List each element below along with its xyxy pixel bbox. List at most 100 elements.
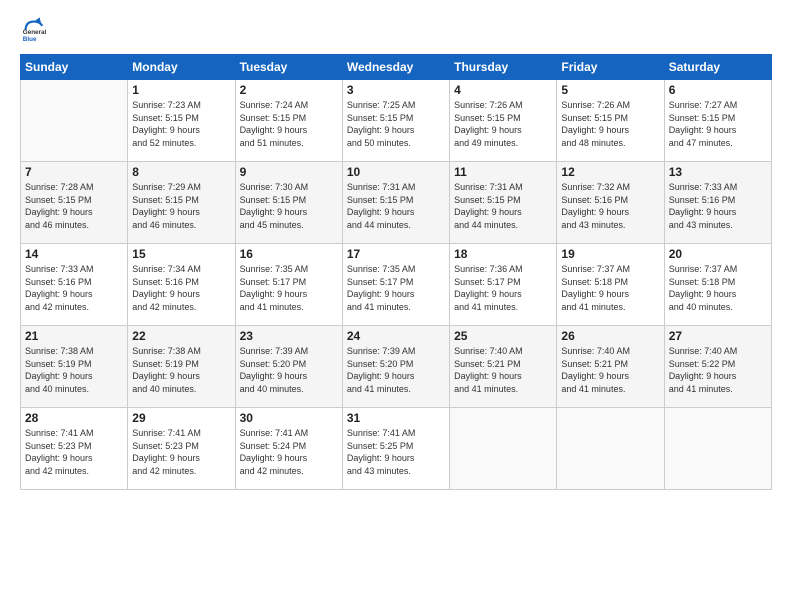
day-number: 26: [561, 329, 659, 343]
day-info: Sunrise: 7:36 AM Sunset: 5:17 PM Dayligh…: [454, 263, 552, 313]
calendar-cell: 24 Sunrise: 7:39 AM Sunset: 5:20 PM Dayli…: [342, 326, 449, 408]
day-info: Sunrise: 7:32 AM Sunset: 5:16 PM Dayligh…: [561, 181, 659, 231]
calendar-cell: 12 Sunrise: 7:32 AM Sunset: 5:16 PM Dayli…: [557, 162, 664, 244]
day-number: 21: [25, 329, 123, 343]
day-info: Sunrise: 7:27 AM Sunset: 5:15 PM Dayligh…: [669, 99, 767, 149]
calendar-cell: 9 Sunrise: 7:30 AM Sunset: 5:15 PM Daylig…: [235, 162, 342, 244]
day-number: 9: [240, 165, 338, 179]
calendar-cell: 8Sunrise: 7:29 AM Sunset: 5:15 PM Daylig…: [128, 162, 235, 244]
day-info: Sunrise: 7:26 AM Sunset: 5:15 PM Dayligh…: [561, 99, 659, 149]
day-number: 1: [132, 83, 230, 97]
calendar-cell: 20 Sunrise: 7:37 AM Sunset: 5:18 PM Dayli…: [664, 244, 771, 326]
day-number: 5: [561, 83, 659, 97]
day-number: 2: [240, 83, 338, 97]
logo-icon: General Blue: [20, 16, 48, 44]
day-number: 19: [561, 247, 659, 261]
calendar-cell: 19 Sunrise: 7:37 AM Sunset: 5:18 PM Dayli…: [557, 244, 664, 326]
day-number: 27: [669, 329, 767, 343]
weekday-header: Thursday: [450, 55, 557, 80]
day-info: Sunrise: 7:29 AM Sunset: 5:15 PM Dayligh…: [132, 181, 230, 231]
calendar-week-row: 14 Sunrise: 7:33 AM Sunset: 5:16 PM Dayli…: [21, 244, 772, 326]
day-number: 16: [240, 247, 338, 261]
day-info: Sunrise: 7:31 AM Sunset: 5:15 PM Dayligh…: [347, 181, 445, 231]
day-info: Sunrise: 7:37 AM Sunset: 5:18 PM Dayligh…: [561, 263, 659, 313]
day-number: 25: [454, 329, 552, 343]
day-info: Sunrise: 7:30 AM Sunset: 5:15 PM Dayligh…: [240, 181, 338, 231]
calendar-cell: 2 Sunrise: 7:24 AM Sunset: 5:15 PM Daylig…: [235, 80, 342, 162]
calendar-week-row: 7 Sunrise: 7:28 AM Sunset: 5:15 PM Daylig…: [21, 162, 772, 244]
calendar-cell: 16 Sunrise: 7:35 AM Sunset: 5:17 PM Dayli…: [235, 244, 342, 326]
day-info: Sunrise: 7:26 AM Sunset: 5:15 PM Dayligh…: [454, 99, 552, 149]
calendar-cell: 14 Sunrise: 7:33 AM Sunset: 5:16 PM Dayli…: [21, 244, 128, 326]
calendar-cell: 29Sunrise: 7:41 AM Sunset: 5:23 PM Dayli…: [128, 408, 235, 490]
calendar-cell: [557, 408, 664, 490]
weekday-header: Saturday: [664, 55, 771, 80]
day-number: 24: [347, 329, 445, 343]
calendar-cell: 28Sunrise: 7:41 AM Sunset: 5:23 PM Dayli…: [21, 408, 128, 490]
calendar-cell: [450, 408, 557, 490]
calendar-cell: 27Sunrise: 7:40 AM Sunset: 5:22 PM Dayli…: [664, 326, 771, 408]
day-number: 30: [240, 411, 338, 425]
day-number: 14: [25, 247, 123, 261]
day-number: 6: [669, 83, 767, 97]
day-number: 3: [347, 83, 445, 97]
calendar-table: SundayMondayTuesdayWednesdayThursdayFrid…: [20, 54, 772, 490]
calendar-week-row: 21 Sunrise: 7:38 AM Sunset: 5:19 PM Dayli…: [21, 326, 772, 408]
svg-text:General: General: [23, 29, 47, 36]
calendar-cell: 11 Sunrise: 7:31 AM Sunset: 5:15 PM Dayli…: [450, 162, 557, 244]
day-number: 23: [240, 329, 338, 343]
day-number: 18: [454, 247, 552, 261]
calendar-cell: [664, 408, 771, 490]
calendar-cell: 13 Sunrise: 7:33 AM Sunset: 5:16 PM Dayli…: [664, 162, 771, 244]
calendar-cell: 5 Sunrise: 7:26 AM Sunset: 5:15 PM Daylig…: [557, 80, 664, 162]
svg-text:Blue: Blue: [23, 36, 37, 43]
calendar-cell: 6 Sunrise: 7:27 AM Sunset: 5:15 PM Daylig…: [664, 80, 771, 162]
day-number: 11: [454, 165, 552, 179]
day-info: Sunrise: 7:41 AM Sunset: 5:24 PM Dayligh…: [240, 427, 338, 477]
day-info: Sunrise: 7:39 AM Sunset: 5:20 PM Dayligh…: [347, 345, 445, 395]
day-info: Sunrise: 7:24 AM Sunset: 5:15 PM Dayligh…: [240, 99, 338, 149]
calendar-cell: 22Sunrise: 7:38 AM Sunset: 5:19 PM Dayli…: [128, 326, 235, 408]
day-info: Sunrise: 7:31 AM Sunset: 5:15 PM Dayligh…: [454, 181, 552, 231]
logo: General Blue: [20, 16, 48, 44]
day-number: 31: [347, 411, 445, 425]
day-number: 17: [347, 247, 445, 261]
day-info: Sunrise: 7:40 AM Sunset: 5:21 PM Dayligh…: [561, 345, 659, 395]
day-info: Sunrise: 7:23 AM Sunset: 5:15 PM Dayligh…: [132, 99, 230, 149]
weekday-header: Wednesday: [342, 55, 449, 80]
calendar-cell: 10 Sunrise: 7:31 AM Sunset: 5:15 PM Dayli…: [342, 162, 449, 244]
header: General Blue: [20, 16, 772, 44]
day-number: 7: [25, 165, 123, 179]
calendar-cell: 30 Sunrise: 7:41 AM Sunset: 5:24 PM Dayli…: [235, 408, 342, 490]
day-number: 13: [669, 165, 767, 179]
calendar-cell: 23 Sunrise: 7:39 AM Sunset: 5:20 PM Dayli…: [235, 326, 342, 408]
calendar-cell: 15 Sunrise: 7:34 AM Sunset: 5:16 PM Dayli…: [128, 244, 235, 326]
calendar-cell: 3Sunrise: 7:25 AM Sunset: 5:15 PM Daylig…: [342, 80, 449, 162]
day-info: Sunrise: 7:33 AM Sunset: 5:16 PM Dayligh…: [25, 263, 123, 313]
day-info: Sunrise: 7:37 AM Sunset: 5:18 PM Dayligh…: [669, 263, 767, 313]
day-info: Sunrise: 7:35 AM Sunset: 5:17 PM Dayligh…: [240, 263, 338, 313]
weekday-header: Sunday: [21, 55, 128, 80]
calendar-cell: 21 Sunrise: 7:38 AM Sunset: 5:19 PM Dayli…: [21, 326, 128, 408]
day-number: 4: [454, 83, 552, 97]
day-info: Sunrise: 7:33 AM Sunset: 5:16 PM Dayligh…: [669, 181, 767, 231]
day-number: 20: [669, 247, 767, 261]
calendar-week-row: 1 Sunrise: 7:23 AM Sunset: 5:15 PM Daylig…: [21, 80, 772, 162]
calendar-cell: 31Sunrise: 7:41 AM Sunset: 5:25 PM Dayli…: [342, 408, 449, 490]
calendar-week-row: 28Sunrise: 7:41 AM Sunset: 5:23 PM Dayli…: [21, 408, 772, 490]
day-info: Sunrise: 7:28 AM Sunset: 5:15 PM Dayligh…: [25, 181, 123, 231]
day-info: Sunrise: 7:40 AM Sunset: 5:21 PM Dayligh…: [454, 345, 552, 395]
day-number: 22: [132, 329, 230, 343]
weekday-header: Monday: [128, 55, 235, 80]
day-number: 10: [347, 165, 445, 179]
calendar-cell: 4 Sunrise: 7:26 AM Sunset: 5:15 PM Daylig…: [450, 80, 557, 162]
day-info: Sunrise: 7:39 AM Sunset: 5:20 PM Dayligh…: [240, 345, 338, 395]
weekday-header-row: SundayMondayTuesdayWednesdayThursdayFrid…: [21, 55, 772, 80]
day-info: Sunrise: 7:34 AM Sunset: 5:16 PM Dayligh…: [132, 263, 230, 313]
weekday-header: Tuesday: [235, 55, 342, 80]
calendar-cell: 25 Sunrise: 7:40 AM Sunset: 5:21 PM Dayli…: [450, 326, 557, 408]
day-number: 15: [132, 247, 230, 261]
day-number: 12: [561, 165, 659, 179]
day-info: Sunrise: 7:38 AM Sunset: 5:19 PM Dayligh…: [25, 345, 123, 395]
calendar-cell: 17Sunrise: 7:35 AM Sunset: 5:17 PM Dayli…: [342, 244, 449, 326]
